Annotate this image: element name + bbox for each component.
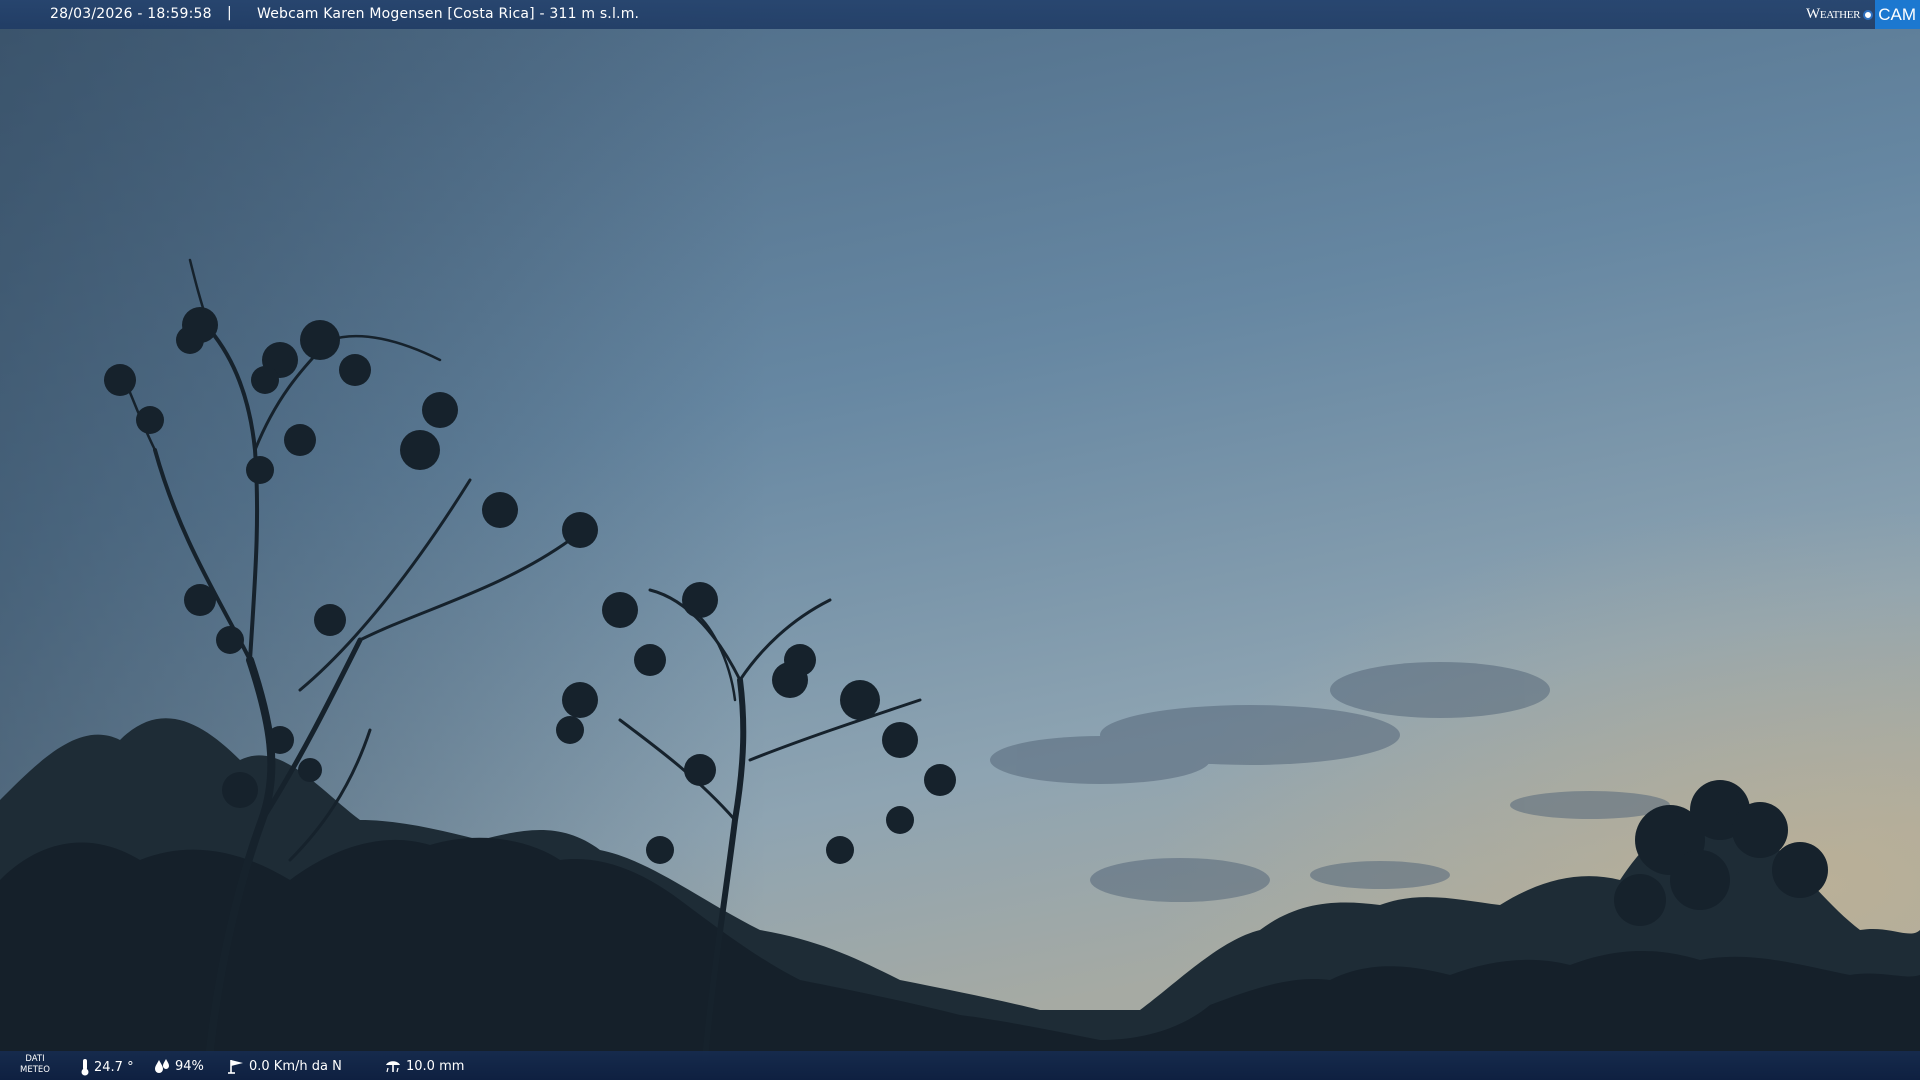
humidity-value: 94% — [175, 1058, 204, 1074]
rain-gauge-icon — [384, 1058, 402, 1074]
temperature-value: 24.7 ° — [94, 1059, 134, 1075]
rain-value: 10.0 mm — [406, 1058, 465, 1074]
webcam-title: Webcam Karen Mogensen [Costa Rica] - 311… — [257, 6, 640, 22]
wind-vane-icon — [227, 1058, 245, 1074]
rain-metric: 10.0 mm — [384, 1058, 464, 1074]
logo-dot-icon — [1863, 9, 1874, 20]
weather-label-line1: DATI — [25, 1054, 45, 1064]
webcam-image — [0, 0, 1920, 1080]
weather-data-label: DATI METEO — [20, 1054, 50, 1076]
webcam-viewport: 28/03/2026 - 18:59:58 | Webcam Karen Mog… — [0, 0, 1920, 1080]
timestamp: 28/03/2026 - 18:59:58 — [50, 6, 212, 22]
logo-word: Weather — [1805, 6, 1861, 22]
weather-data-bar: DATI METEO 24.7 ° 94% 0.0 Km/h da N 10.0… — [0, 1051, 1920, 1080]
humidity-metric: 94% — [153, 1058, 204, 1074]
logo-cam: CAM — [1875, 0, 1920, 29]
humidity-drops-icon — [153, 1058, 171, 1074]
top-info-bar: 28/03/2026 - 18:59:58 | Webcam Karen Mog… — [0, 0, 1920, 29]
temperature-metric: 24.7 ° — [80, 1058, 134, 1076]
thermometer-icon — [80, 1058, 90, 1076]
weather-label-line2: METEO — [20, 1065, 50, 1075]
weathercam-logo[interactable]: Weather CAM — [1806, 0, 1920, 29]
wind-metric: 0.0 Km/h da N — [227, 1058, 342, 1074]
separator: | — [227, 5, 232, 21]
wind-value: 0.0 Km/h da N — [249, 1058, 342, 1074]
